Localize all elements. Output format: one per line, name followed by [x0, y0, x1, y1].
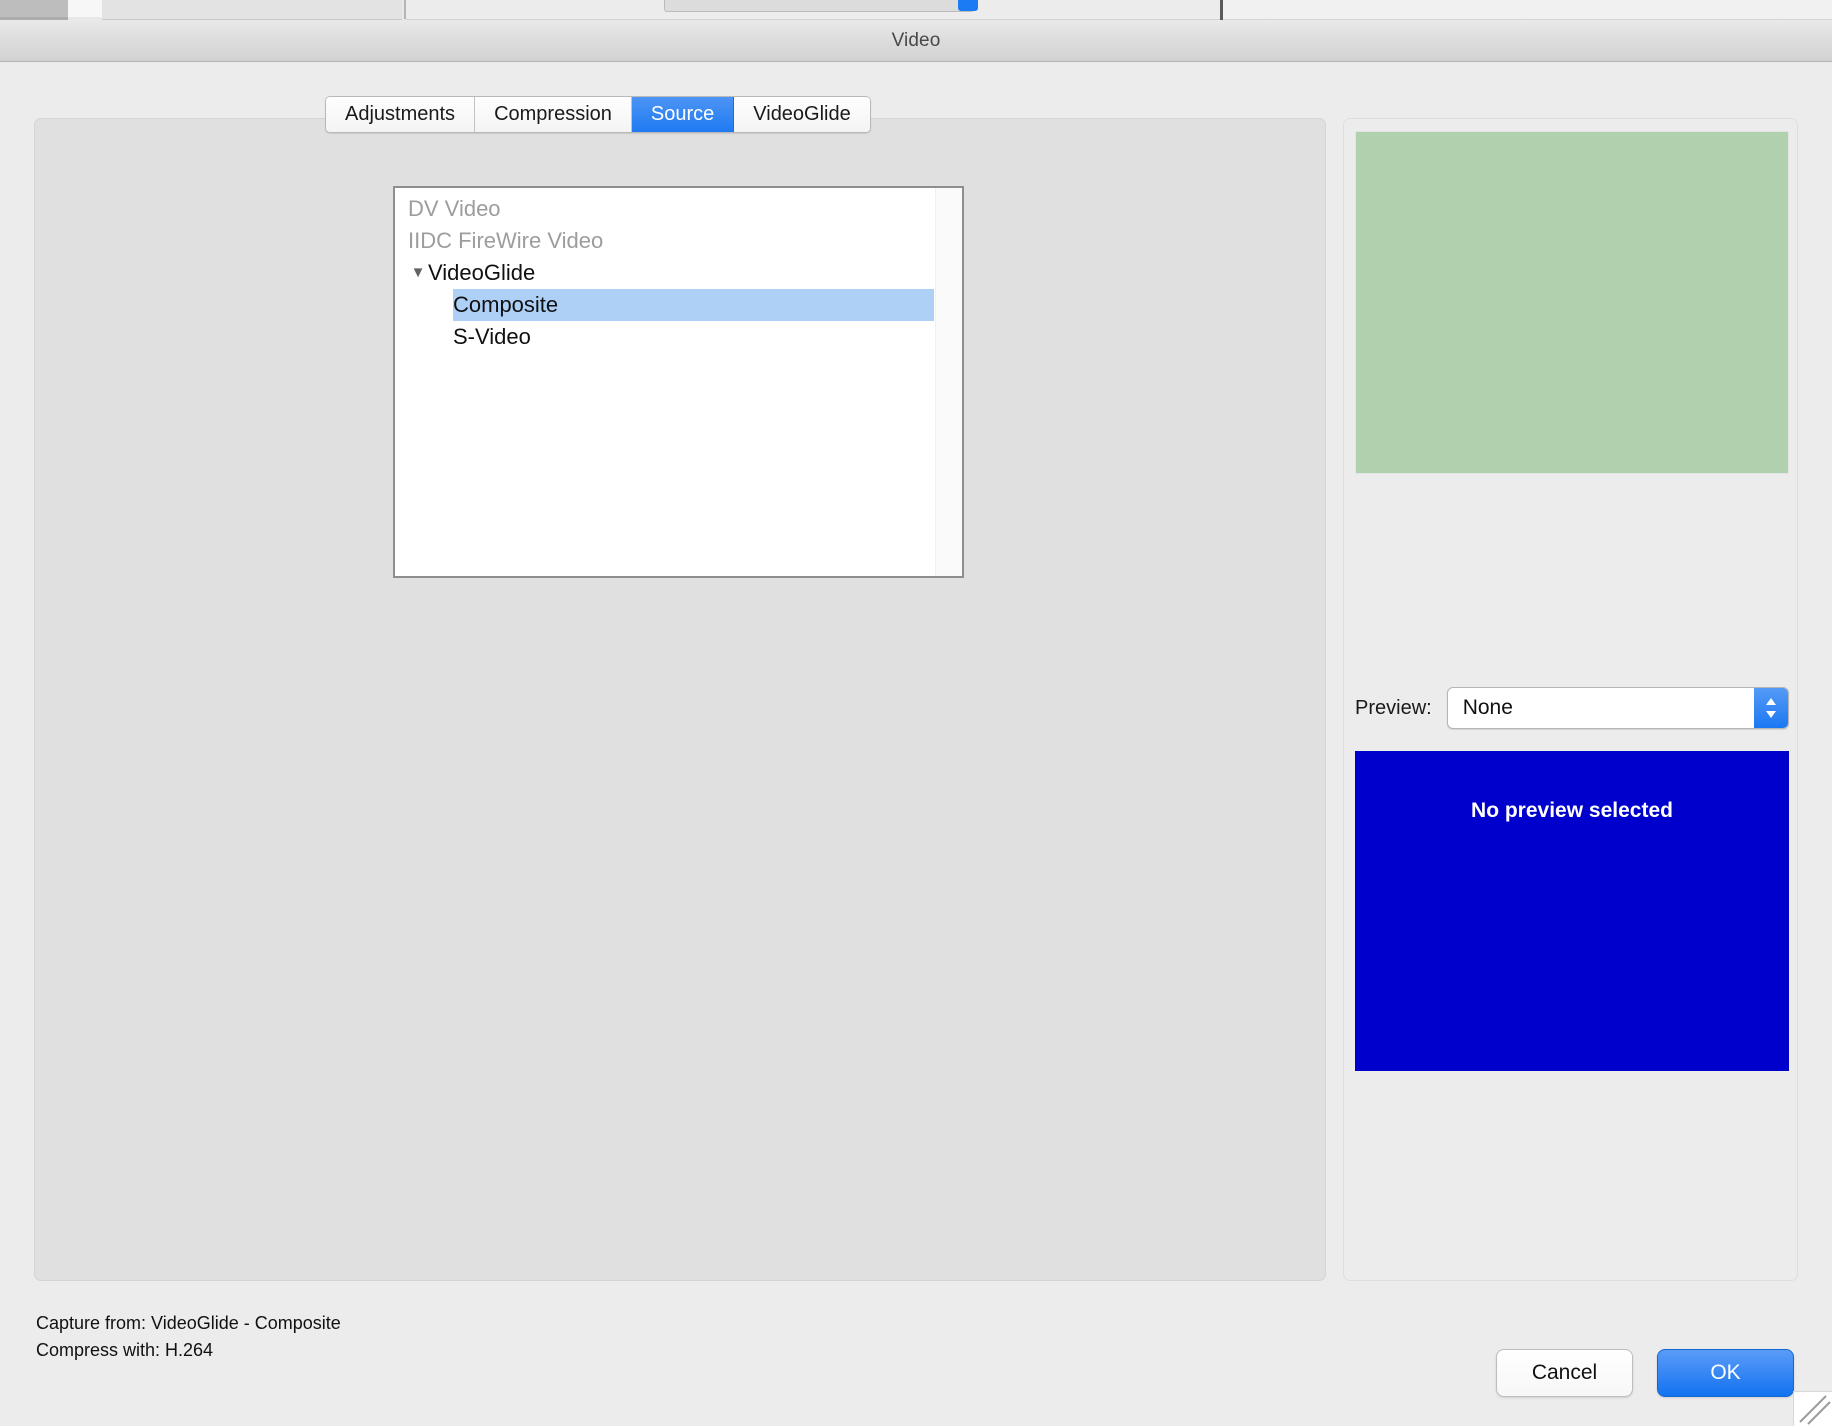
source-list-item-label: IIDC FireWire Video [408, 228, 604, 253]
background-window-white-gap [68, 0, 102, 17]
live-preview-box: No preview selected [1355, 751, 1789, 1071]
window-resize-grip[interactable] [1793, 1391, 1832, 1426]
source-list-item[interactable]: S-Video [395, 321, 934, 353]
chevron-updown-icon[interactable] [1754, 688, 1788, 728]
background-window-strip [0, 0, 1832, 20]
preview-popup-value: None [1462, 696, 1513, 719]
source-list-item-label: Composite [453, 292, 559, 317]
dialog-titlebar[interactable]: Video [0, 20, 1832, 62]
video-preview-thumbnail [1355, 131, 1789, 474]
background-window-panel-a [102, 0, 402, 20]
tab-adjustments[interactable]: Adjustments [326, 97, 476, 132]
tab-bar: Adjustments Compression Source VideoGlide [325, 96, 871, 133]
source-list-item[interactable]: Composite [395, 289, 934, 321]
preview-selector-row: Preview: None [1355, 687, 1789, 729]
source-list-item[interactable]: ▼ VideoGlide [395, 257, 934, 289]
background-window-slider [664, 0, 974, 12]
disclosure-triangle-icon[interactable]: ▼ [408, 257, 428, 289]
source-list-item: IIDC FireWire Video [395, 225, 934, 257]
compress-with-text: Compress with: H.264 [36, 1340, 214, 1360]
preview-label: Preview: [1355, 696, 1432, 719]
status-summary: Capture from: VideoGlide - Composite Com… [36, 1310, 341, 1364]
background-window-panel-c [1223, 0, 1832, 20]
background-window-slider-knob [958, 0, 978, 11]
no-preview-message: No preview selected [1471, 799, 1673, 822]
cancel-button[interactable]: Cancel [1496, 1349, 1633, 1397]
window-title: Video [891, 30, 941, 51]
tab-compression[interactable]: Compression [475, 97, 632, 132]
preview-popup-button[interactable]: None [1446, 687, 1789, 729]
ok-button[interactable]: OK [1657, 1349, 1794, 1397]
tab-videoglide[interactable]: VideoGlide [734, 97, 870, 132]
dialog-button-row: Cancel OK [1496, 1349, 1794, 1397]
source-list-scrollbar[interactable] [935, 188, 962, 576]
tab-source[interactable]: Source [631, 97, 735, 132]
background-window-left-block [0, 0, 68, 20]
source-list-item-label: S-Video [453, 324, 531, 349]
capture-from-text: Capture from: VideoGlide - Composite [36, 1313, 341, 1333]
source-list-box[interactable]: DV Video IIDC FireWire Video ▼ VideoGlide Co… [393, 186, 964, 578]
source-list-group-label: VideoGlide [428, 260, 536, 285]
source-list-item-label: DV Video [408, 196, 501, 221]
source-list-item: DV Video [395, 193, 934, 225]
source-list-rows: DV Video IIDC FireWire Video ▼ VideoGlide Co… [395, 188, 934, 353]
